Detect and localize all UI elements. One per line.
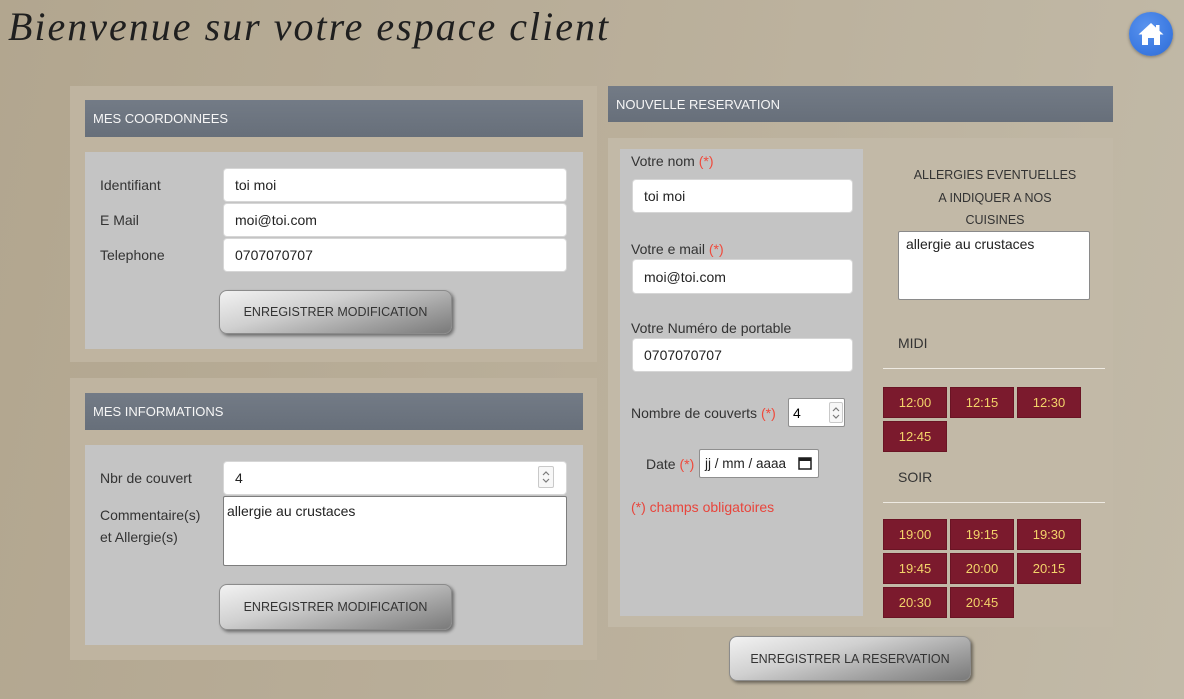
coordonnees-card: MES COORDONNEES Identifiant E Mail Telep… [70,86,597,362]
email-label: Votre e mail (*) [631,240,724,258]
allergies-textarea[interactable]: allergie au crustaces [898,231,1090,300]
time-slot-button[interactable]: 19:45 [883,553,947,584]
date-placeholder: jj / mm / aaaa [705,456,787,471]
email-label-text: Votre e mail [631,241,705,257]
date-label-text: Date [646,456,676,472]
email-input[interactable] [223,203,567,237]
reservation-form: Votre nom (*) Votre e mail (*) Votre Num… [620,149,863,616]
phone-label: Votre Numéro de portable [631,319,791,337]
client-space-page: Bienvenue sur votre espace client MES CO… [0,0,1184,699]
comment-textarea[interactable]: allergie au crustaces [223,496,567,566]
comment-label-line2: et Allergie(s) [100,529,178,545]
telephone-label: Telephone [100,247,165,263]
required-fields-note: (*) champs obligatoires [631,499,775,515]
time-slot-button[interactable]: 20:30 [883,587,947,618]
save-coordonnees-button[interactable]: ENREGISTRER MODIFICATION [219,290,452,334]
date-input[interactable]: jj / mm / aaaa [699,449,819,478]
reservation-card: Votre nom (*) Votre e mail (*) Votre Num… [608,138,1113,627]
required-mark: (*) [760,405,776,421]
name-label-text: Votre nom [631,153,695,169]
comment-label: Commentaire(s) et Allergie(s) [100,504,200,548]
midi-label: MIDI [898,335,928,351]
calendar-icon[interactable] [798,456,812,470]
time-slot-button[interactable]: 19:30 [1017,519,1081,550]
submit-reservation-button[interactable]: ENREGISTRER LA RESERVATION [729,636,971,681]
name-input[interactable] [632,179,853,213]
coordonnees-form: Identifiant E Mail Telephone ENREGISTRER… [85,152,583,349]
covers-label-text: Nombre de couverts [631,405,758,421]
time-slot-button[interactable]: 19:15 [950,519,1014,550]
date-label: Date (*) [646,455,694,473]
time-slot-button[interactable]: 20:00 [950,553,1014,584]
midi-divider [883,368,1105,369]
email-label: E Mail [100,212,139,228]
phone-input[interactable] [632,338,853,372]
allergies-title: ALLERGIES EVENTUELLES A INDIQUER A NOS C… [895,164,1095,232]
informations-form: Nbr de couvert Commentaire(s) et Allergi… [85,445,583,645]
informations-header: MES INFORMATIONS [85,393,583,430]
time-slot-button[interactable]: 12:45 [883,421,947,452]
informations-card: MES INFORMATIONS Nbr de couvert Commenta… [70,378,597,660]
comment-label-line1: Commentaire(s) [100,507,201,523]
covers-label: Nombre de couverts (*) [631,404,776,422]
time-slot-button[interactable]: 20:45 [950,587,1014,618]
soir-label: SOIR [898,469,933,485]
required-mark: (*) [708,241,724,257]
identifiant-label: Identifiant [100,177,161,193]
couvert-label: Nbr de couvert [100,470,192,486]
identifiant-input[interactable] [223,168,567,202]
phone-label-text: Votre Numéro de portable [631,320,792,336]
home-icon [1138,23,1164,45]
time-slot-button[interactable]: 12:15 [950,387,1014,418]
spinner-arrows-icon [542,471,550,483]
save-informations-button[interactable]: ENREGISTRER MODIFICATION [219,584,452,630]
email-input[interactable] [632,259,853,294]
allergies-title-line: A INDIQUER A NOS [938,190,1052,205]
reservation-header: NOUVELLE RESERVATION [608,86,1113,122]
covers-spinner[interactable] [829,402,843,423]
time-slot-button[interactable]: 19:00 [883,519,947,550]
time-slot-button[interactable]: 12:30 [1017,387,1081,418]
home-button[interactable] [1129,12,1173,56]
required-mark: (*) [679,456,695,472]
coordonnees-header: MES COORDONNEES [85,100,583,137]
time-slot-button[interactable]: 12:00 [883,387,947,418]
page-title: Bienvenue sur votre espace client [8,4,611,49]
couvert-number-input[interactable] [223,461,567,495]
name-label: Votre nom (*) [631,152,714,170]
allergies-title-line: CUISINES [965,213,1025,227]
telephone-input[interactable] [223,238,567,272]
time-slot-button[interactable]: 20:15 [1017,553,1081,584]
required-mark: (*) [698,153,714,169]
spinner-arrows-icon [832,406,840,419]
allergies-title-line: ALLERGIES EVENTUELLES [913,168,1077,182]
soir-divider [883,502,1105,503]
couvert-spinner[interactable] [538,466,554,488]
